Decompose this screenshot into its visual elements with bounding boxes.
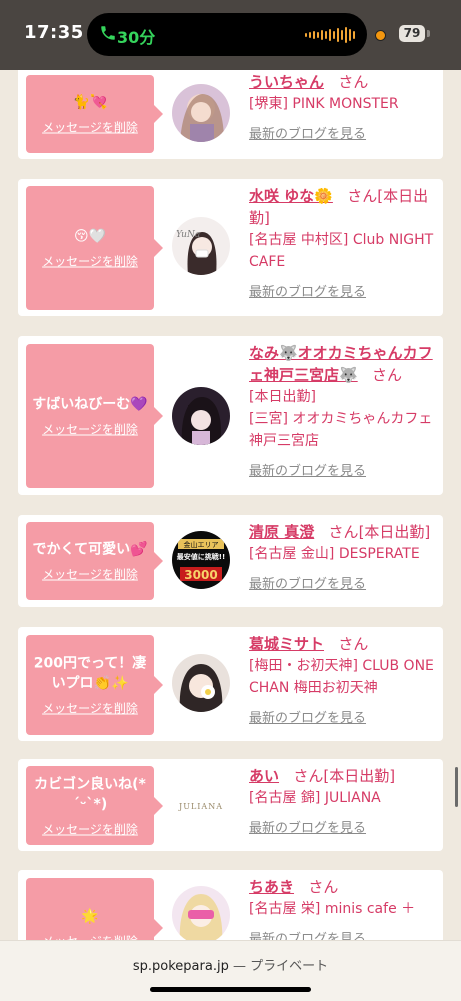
message-bubble: すばいねびーむ💜 メッセージを削除 [26, 344, 163, 488]
work-status: [本日出勤] [358, 523, 431, 541]
honorific: さん [338, 635, 369, 653]
message-card: 🌟 メッセージを削除 ちあき さん [名古屋 栄] minis cafe ＋ 最… [18, 870, 443, 940]
message-bubble: 🌟 メッセージを削除 [26, 878, 163, 941]
dynamic-island[interactable]: 30分 [87, 13, 367, 56]
avatar[interactable]: YuNa [172, 217, 230, 275]
message-bubble: 😚🤍 メッセージを削除 [26, 186, 163, 310]
avatar-photo [172, 886, 230, 940]
work-status: [本日出勤] [249, 389, 316, 405]
cast-name-link[interactable]: 葛城ミサト [249, 635, 324, 653]
delete-message-link[interactable]: メッセージを削除 [26, 566, 154, 583]
message-text: 200円でって！凄いプロ👏✨ [33, 655, 147, 692]
message-text: 😚🤍 [73, 228, 107, 245]
shop-name: [梅田・お初天神] CLUB ONE CHAN 梅田お初天神 [249, 658, 434, 696]
message-card: 🐈💘 メッセージを削除 ういちゃん さん [堺東] PINK MONSTER 最… [18, 70, 443, 159]
message-text: 🐈💘 [72, 94, 108, 111]
privacy-label: プライベート [250, 959, 329, 974]
shop-name: [名古屋 錦] JULIANA [249, 790, 381, 806]
shop-name: [三宮] オオカミちゃんカフェ神戸三宮店 [249, 411, 433, 449]
shop-name: [名古屋 中村区] Club NIGHT CAFE [249, 232, 434, 270]
honorific: さん [347, 187, 378, 205]
message-feed[interactable]: 🐈💘 メッセージを削除 ういちゃん さん [堺東] PINK MONSTER 最… [0, 70, 461, 940]
latest-blog-link[interactable]: 最新のブログを見る [249, 281, 435, 300]
avatar-photo [172, 84, 230, 142]
message-text: すばいねびーむ💜 [32, 396, 148, 413]
avatar-photo [172, 654, 230, 712]
avatar-photo: 金山エリア 最安値に挑戦!! 3000 [172, 531, 230, 589]
cast-name-link[interactable]: なみ🐺オオカミちゃんカフェ神戸三宮店🐺 [249, 344, 433, 384]
honorific: さん [293, 767, 324, 785]
avatar[interactable] [172, 886, 230, 940]
call-duration: 30分 [117, 28, 156, 47]
cast-name-link[interactable]: ういちゃん [249, 73, 324, 91]
message-bubble: でかくて可愛い💕 メッセージを削除 [26, 522, 163, 600]
delete-message-link[interactable]: メッセージを削除 [26, 933, 154, 941]
url-separator: — [232, 959, 246, 974]
avatar[interactable]: JULIANA [172, 776, 230, 834]
avatar-caption: JULIANA [178, 802, 223, 811]
latest-blog-link[interactable]: 最新のブログを見る [249, 123, 435, 142]
avatar-caption: YuNa [176, 230, 200, 240]
avatar-caption: 金山エリア [184, 540, 219, 549]
latest-blog-link[interactable]: 最新のブログを見る [249, 707, 435, 726]
latest-blog-link[interactable]: 最新のブログを見る [249, 928, 435, 940]
honorific: さん [372, 366, 403, 384]
message-bubble: カビゴン良いね(*´ᵕ`*) メッセージを削除 [26, 766, 163, 845]
honorific: さん [328, 523, 359, 541]
message-bubble: 🐈💘 メッセージを削除 [26, 75, 163, 153]
message-text: カビゴン良いね(*´ᵕ`*) [34, 776, 146, 812]
mic-indicator-icon [375, 30, 386, 41]
avatar-photo [172, 387, 230, 445]
honorific: さん [308, 878, 339, 896]
message-card: 😚🤍 メッセージを削除 YuNa 水咲 ゆな🌼 さん[本日出勤] [名古屋 中村… [18, 179, 443, 316]
message-card: カビゴン良いね(*´ᵕ`*) メッセージを削除 JULIANA あい さん[本日… [18, 759, 443, 851]
url-domain: sp.pokepara.jp [132, 959, 229, 974]
delete-message-link[interactable]: メッセージを削除 [26, 119, 154, 136]
latest-blog-link[interactable]: 最新のブログを見る [249, 573, 435, 592]
home-indicator[interactable] [150, 987, 311, 992]
message-text: 🌟 [81, 908, 99, 925]
shop-name: [名古屋 栄] minis cafe ＋ [249, 901, 416, 917]
message-bubble: 200円でって！凄いプロ👏✨ メッセージを削除 [26, 635, 163, 735]
status-bar: 17:35 30分 79 [0, 0, 461, 70]
cast-name-link[interactable]: 清原 真澄 [249, 523, 314, 541]
shop-name: [堺東] PINK MONSTER [249, 96, 399, 112]
battery-icon: 79 [399, 25, 425, 42]
delete-message-link[interactable]: メッセージを削除 [26, 820, 154, 837]
honorific: さん [338, 73, 369, 91]
address-bar[interactable]: sp.pokepara.jp — プライベート [0, 955, 461, 974]
audio-wave-icon [305, 27, 355, 43]
shop-name: [名古屋 金山] DESPERATE [249, 546, 420, 562]
message-card: すばいねびーむ💜 メッセージを削除 なみ🐺オオカミちゃんカフェ神戸三宮店🐺 さん… [18, 336, 443, 495]
phone-icon [101, 26, 115, 40]
work-status: [本日出勤] [323, 767, 396, 785]
avatar-caption: 3000 [184, 568, 217, 582]
cast-name-link[interactable]: ちあき [249, 878, 294, 896]
status-time: 17:35 [24, 22, 84, 43]
avatar[interactable] [172, 387, 230, 445]
cast-name-link[interactable]: あい [249, 767, 279, 785]
avatar-caption: 最安値に挑戦!! [177, 552, 225, 561]
latest-blog-link[interactable]: 最新のブログを見る [249, 817, 435, 836]
message-text: でかくて可愛い💕 [32, 541, 148, 558]
delete-message-link[interactable]: メッセージを削除 [26, 253, 154, 270]
delete-message-link[interactable]: メッセージを削除 [26, 421, 154, 438]
browser-bottom-bar: sp.pokepara.jp — プライベート [0, 940, 461, 1001]
message-card: 200円でって！凄いプロ👏✨ メッセージを削除 葛城ミサト さん [梅田・お初天… [18, 627, 443, 741]
latest-blog-link[interactable]: 最新のブログを見る [249, 460, 435, 479]
avatar[interactable] [172, 654, 230, 712]
battery-tip [427, 30, 430, 37]
avatar-photo: YuNa [172, 217, 230, 275]
avatar-photo: JULIANA [172, 776, 230, 834]
scrollbar[interactable] [455, 767, 458, 807]
delete-message-link[interactable]: メッセージを削除 [26, 700, 154, 717]
message-card: でかくて可愛い💕 メッセージを削除 金山エリア 最安値に挑戦!! 3000 清原… [18, 515, 443, 607]
avatar[interactable] [172, 84, 230, 142]
cast-name-link[interactable]: 水咲 ゆな🌼 [249, 187, 333, 205]
avatar[interactable]: 金山エリア 最安値に挑戦!! 3000 [172, 531, 230, 589]
